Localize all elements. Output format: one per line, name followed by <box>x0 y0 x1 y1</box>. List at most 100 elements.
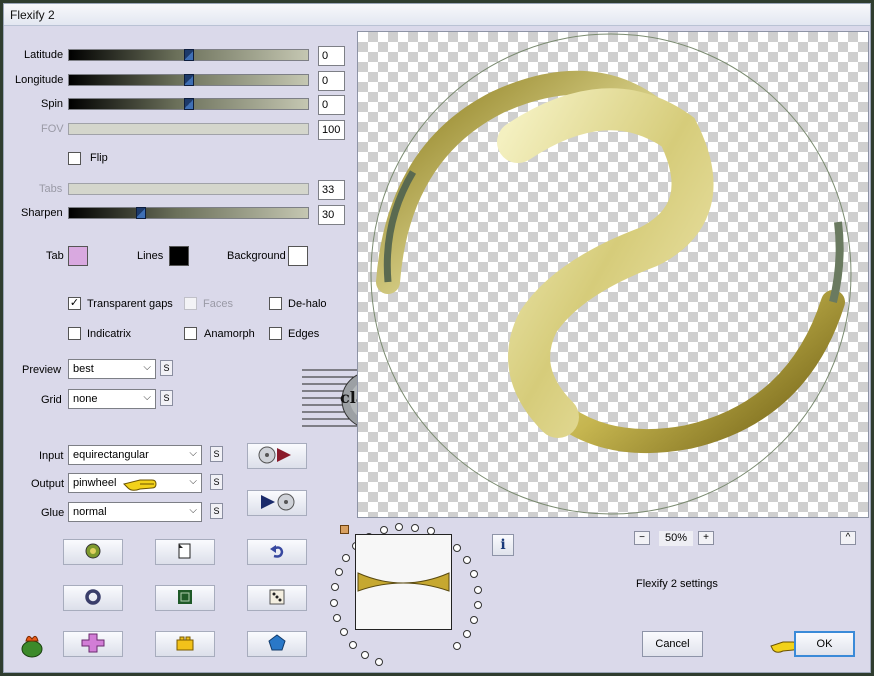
latitude-field[interactable]: 0 <box>318 46 345 66</box>
background-color-swatch[interactable] <box>288 246 308 266</box>
navigator-dot <box>411 523 420 532</box>
edges-checkbox[interactable] <box>269 327 282 340</box>
glue-select-value: normal <box>73 506 107 518</box>
info-button[interactable]: i <box>492 534 514 556</box>
navigator-dot <box>330 598 339 607</box>
anamorph-checkbox[interactable] <box>184 327 197 340</box>
faces-checkbox <box>184 297 197 310</box>
cancel-button[interactable]: Cancel <box>642 631 703 657</box>
glue-select-label: Glue <box>41 507 65 519</box>
navigator-handle[interactable] <box>340 525 349 534</box>
play-to-disc-icon <box>257 492 297 515</box>
glue-s-button[interactable]: S <box>210 503 223 519</box>
lines-color-swatch[interactable] <box>169 246 189 266</box>
chevron-down-icon: ⌵ <box>189 476 197 487</box>
flip-checkbox[interactable] <box>68 152 81 165</box>
spin-slider-thumb[interactable] <box>184 98 194 110</box>
navigator-dot <box>342 554 351 563</box>
plus-shape-button[interactable] <box>63 631 123 657</box>
indicatrix-checkbox[interactable] <box>68 327 81 340</box>
output-s-button[interactable]: S <box>210 474 223 490</box>
page-icon <box>176 542 194 563</box>
faces-label: Faces <box>203 298 233 310</box>
preview-select[interactable]: best ⌵ <box>68 359 156 379</box>
navigator-thumbnail[interactable] <box>355 534 452 630</box>
tab-color-swatch[interactable] <box>68 246 88 266</box>
de-halo-checkbox[interactable] <box>269 297 282 310</box>
longitude-slider[interactable] <box>68 74 309 86</box>
spin-label: Spin <box>41 98 64 110</box>
plus-shape-icon <box>81 633 105 656</box>
settings-caption: Flexify 2 settings <box>636 578 718 590</box>
edges-label: Edges <box>288 328 320 340</box>
sharpen-slider-thumb[interactable] <box>136 207 146 219</box>
lego-brick-button[interactable] <box>155 631 215 657</box>
grid-s-button[interactable]: S <box>160 390 173 406</box>
navigator-dot <box>453 642 462 651</box>
page-button[interactable] <box>155 539 215 565</box>
sharpen-field[interactable]: 30 <box>318 205 345 225</box>
undo-button[interactable] <box>247 539 307 565</box>
latitude-slider-thumb[interactable] <box>184 49 194 61</box>
grid-select[interactable]: none ⌵ <box>68 389 156 409</box>
preview-select-value: best <box>73 363 94 375</box>
preview-s-button[interactable]: S <box>160 360 173 376</box>
navigator-dot <box>333 613 342 622</box>
chevron-down-icon: ⌵ <box>143 392 151 403</box>
input-s-button[interactable]: S <box>210 446 223 462</box>
grid-select-label: Grid <box>41 394 62 406</box>
fov-field[interactable]: 100 <box>318 120 345 140</box>
dice-button[interactable] <box>247 585 307 611</box>
ring-button[interactable] <box>63 585 123 611</box>
background-color-label: Background <box>227 250 286 262</box>
latitude-slider[interactable] <box>68 49 309 61</box>
navigator-dot <box>395 523 404 532</box>
spin-slider[interactable] <box>68 98 309 110</box>
title-bar[interactable]: Flexify 2 <box>4 4 870 26</box>
de-halo-label: De-halo <box>288 298 327 310</box>
input-select[interactable]: equirectangular ⌵ <box>68 445 202 465</box>
navigator-dot <box>375 658 384 667</box>
zoom-in-button[interactable]: + <box>698 531 714 545</box>
sharpen-label: Sharpen <box>21 207 63 219</box>
zoom-out-button[interactable]: − <box>634 531 650 545</box>
longitude-label: Longitude <box>15 74 64 86</box>
navigator-dot <box>463 556 472 565</box>
input-select-value: equirectangular <box>73 449 149 461</box>
tabs-label: Tabs <box>39 183 63 195</box>
latitude-label: Latitude <box>24 49 64 61</box>
longitude-slider-thumb[interactable] <box>184 74 194 86</box>
glue-select[interactable]: normal ⌵ <box>68 502 202 522</box>
transparent-gaps-label: Transparent gaps <box>87 298 173 310</box>
preview-canvas[interactable] <box>357 31 869 518</box>
output-select-label: Output <box>31 478 65 490</box>
navigator-dot <box>469 616 478 625</box>
play-to-disc-button[interactable] <box>247 490 307 516</box>
globe-button[interactable] <box>63 539 123 565</box>
longitude-field[interactable]: 0 <box>318 71 345 91</box>
fov-label: FOV <box>41 123 64 135</box>
navigator-dot <box>330 583 339 592</box>
flexify-window: Flexify 2 Latitude 0 Longitude 0 Spin 0 … <box>3 3 871 673</box>
square-button[interactable] <box>155 585 215 611</box>
tabs-field[interactable]: 33 <box>318 180 345 200</box>
hand-pointer-icon <box>122 474 158 497</box>
undo-arrow-icon <box>268 542 286 563</box>
pentagon-icon <box>268 633 286 655</box>
collapse-button[interactable]: ^ <box>840 531 856 545</box>
square-icon <box>176 588 194 609</box>
tabs-slider <box>68 183 309 195</box>
disc-to-play-button[interactable] <box>247 443 307 469</box>
ok-button[interactable]: OK <box>794 631 855 657</box>
grid-select-value: none <box>73 393 98 405</box>
anamorph-label: Anamorph <box>204 328 255 340</box>
spin-field[interactable]: 0 <box>318 95 345 115</box>
navigator-dot <box>349 640 358 649</box>
ring-icon <box>84 588 102 609</box>
pentagon-button[interactable] <box>247 631 307 657</box>
chevron-down-icon: ⌵ <box>189 505 197 516</box>
tab-color-label: Tab <box>46 250 64 262</box>
sharpen-slider[interactable] <box>68 207 309 219</box>
transparent-gaps-checkbox[interactable]: ✓ <box>68 297 81 310</box>
chevron-down-icon: ⌵ <box>189 448 197 459</box>
